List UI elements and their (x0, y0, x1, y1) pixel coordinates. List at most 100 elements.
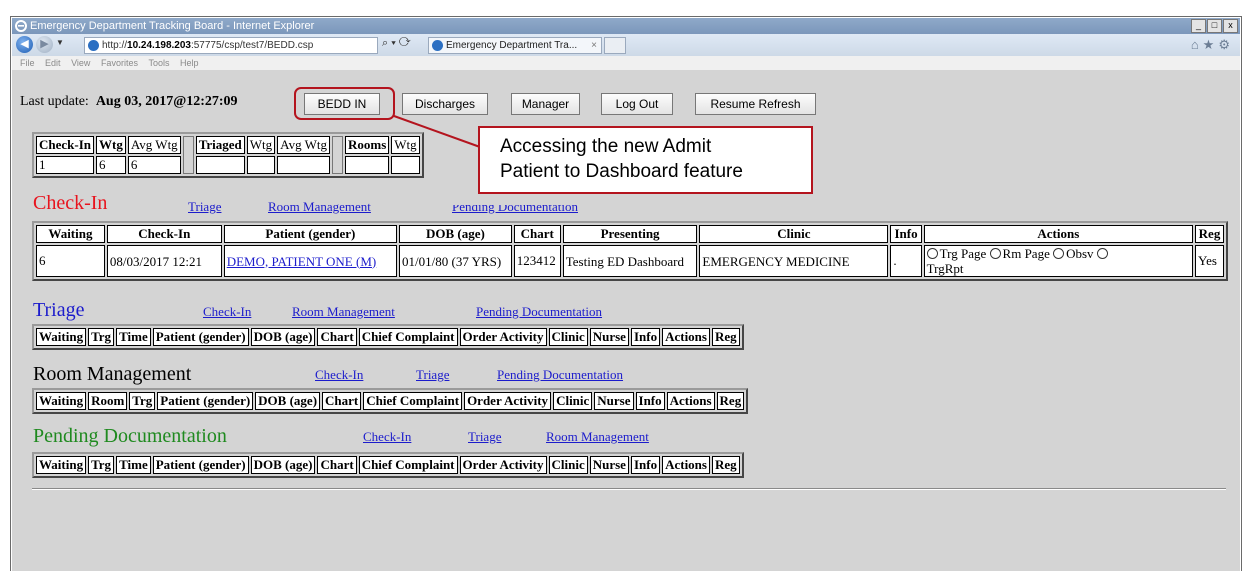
divider (32, 488, 1226, 490)
column-header: Patient (gender) (152, 456, 249, 474)
column-header: Check-In (106, 225, 222, 243)
column-header: Room (88, 392, 128, 410)
triage-table: Waiting Trg Time Patient (gender) DOB (a… (32, 324, 744, 350)
trg-page-radio[interactable] (926, 248, 938, 259)
room-link-checkin[interactable]: Check-In (315, 367, 363, 383)
column-header: Clinic (548, 328, 588, 346)
column-header: Trg (88, 328, 115, 346)
column-header: Waiting (36, 225, 105, 243)
checkin-link-triage[interactable]: Triage (188, 199, 221, 215)
column-header: Reg (711, 328, 740, 346)
column-header: Waiting (36, 456, 87, 474)
column-header: Info (630, 328, 661, 346)
pending-documentation-table: Waiting Trg Time Patient (gender) DOB (a… (32, 452, 744, 478)
summary-header: Wtg (391, 136, 420, 154)
column-header: Order Activity (459, 456, 547, 474)
summary-header: Triaged (195, 136, 245, 154)
summary-cell: 6 (96, 156, 126, 174)
column-header: Waiting (36, 392, 87, 410)
summary-spacer (182, 136, 194, 174)
callout-connector (393, 115, 481, 148)
summary-cell (277, 156, 330, 174)
callout-annotation: Accessing the new Admit Patient to Dashb… (478, 126, 813, 194)
column-header: Patient (gender) (152, 328, 249, 346)
column-header: Chief Complaint (358, 456, 458, 474)
cell-chart: 123412 (513, 245, 561, 277)
column-header: Chart (317, 328, 357, 346)
table-row: 6 08/03/2017 12:21 DEMO, PATIENT ONE (M)… (36, 245, 1224, 277)
summary-header: Rooms (345, 136, 390, 154)
summary-cell (345, 156, 390, 174)
column-header: Chief Complaint (363, 392, 463, 410)
column-header: Clinic (699, 225, 889, 243)
obsv-radio[interactable] (1053, 248, 1065, 259)
column-header: Trg (88, 456, 115, 474)
cell-info: . (890, 245, 922, 277)
column-header: Chart (317, 456, 357, 474)
checkin-link-room-management[interactable]: Room Management (268, 199, 371, 215)
column-header: Patient (gender) (157, 392, 254, 410)
column-header: Clinic (553, 392, 593, 410)
cell-clinic: EMERGENCY MEDICINE (699, 245, 889, 277)
column-header: Order Activity (464, 392, 552, 410)
pending-link-triage[interactable]: Triage (468, 429, 501, 445)
column-header: Trg (129, 392, 156, 410)
summary-header: Wtg (96, 136, 126, 154)
triage-link-pending-documentation[interactable]: Pending Documentation (476, 304, 602, 320)
cell-actions: Trg Page Rm Page Obsv TrgRpt (923, 245, 1194, 277)
room-management-title: Room Management (33, 363, 192, 385)
cell-presenting: Testing ED Dashboard (562, 245, 698, 277)
pending-link-checkin[interactable]: Check-In (363, 429, 411, 445)
pending-link-room-management[interactable]: Room Management (546, 429, 649, 445)
column-header: Time (116, 456, 151, 474)
column-header: DOB (age) (399, 225, 512, 243)
column-header: Actions (662, 456, 710, 474)
column-header: Nurse (589, 328, 629, 346)
summary-table: Check-In Wtg Avg Wtg Triaged Wtg Avg Wtg… (32, 132, 424, 178)
trgrpt-radio[interactable] (1096, 248, 1108, 259)
summary-header: Avg Wtg (277, 136, 330, 154)
triage-link-room-management[interactable]: Room Management (292, 304, 395, 320)
triage-link-checkin[interactable]: Check-In (203, 304, 251, 320)
pending-documentation-title: Pending Documentation (33, 425, 227, 447)
summary-spacer (332, 136, 343, 174)
column-header: Info (630, 456, 661, 474)
cell-dob: 01/01/80 (37 YRS) (399, 245, 512, 277)
room-link-pending-documentation[interactable]: Pending Documentation (497, 367, 623, 383)
room-management-table: Waiting Room Trg Patient (gender) DOB (a… (32, 388, 749, 414)
column-header: DOB (age) (250, 456, 316, 474)
column-header: Reg (716, 392, 745, 410)
checkin-table: Waiting Check-In Patient (gender) DOB (a… (32, 221, 1228, 281)
summary-cell: 6 (127, 156, 181, 174)
column-header: Nurse (589, 456, 629, 474)
column-header: Time (116, 328, 151, 346)
column-header: DOB (age) (250, 328, 316, 346)
column-header: Chart (513, 225, 561, 243)
column-header: Info (635, 392, 665, 410)
column-header: Waiting (36, 328, 87, 346)
column-header: Chief Complaint (358, 328, 458, 346)
column-header: Info (890, 225, 922, 243)
rm-page-radio[interactable] (989, 248, 1001, 259)
summary-cell (246, 156, 276, 174)
summary-cell (195, 156, 245, 174)
column-header: Order Activity (459, 328, 547, 346)
summary-header: Avg Wtg (127, 136, 181, 154)
column-header: DOB (age) (255, 392, 321, 410)
summary-header: Check-In (36, 136, 95, 154)
summary-header: Wtg (246, 136, 276, 154)
room-link-triage[interactable]: Triage (416, 367, 449, 383)
cell-checkin-time: 08/03/2017 12:21 (106, 245, 222, 277)
column-header: Chart (322, 392, 362, 410)
column-header: Actions (662, 328, 710, 346)
column-header: Reg (711, 456, 740, 474)
summary-cell (391, 156, 420, 174)
column-header: Actions (666, 392, 715, 410)
cell-waiting: 6 (36, 245, 105, 277)
column-header: Nurse (594, 392, 634, 410)
column-header: Presenting (562, 225, 698, 243)
triage-title: Triage (33, 299, 85, 321)
column-header: Actions (923, 225, 1194, 243)
column-header: Patient (gender) (223, 225, 398, 243)
patient-link[interactable]: DEMO, PATIENT ONE (M) (223, 245, 398, 277)
